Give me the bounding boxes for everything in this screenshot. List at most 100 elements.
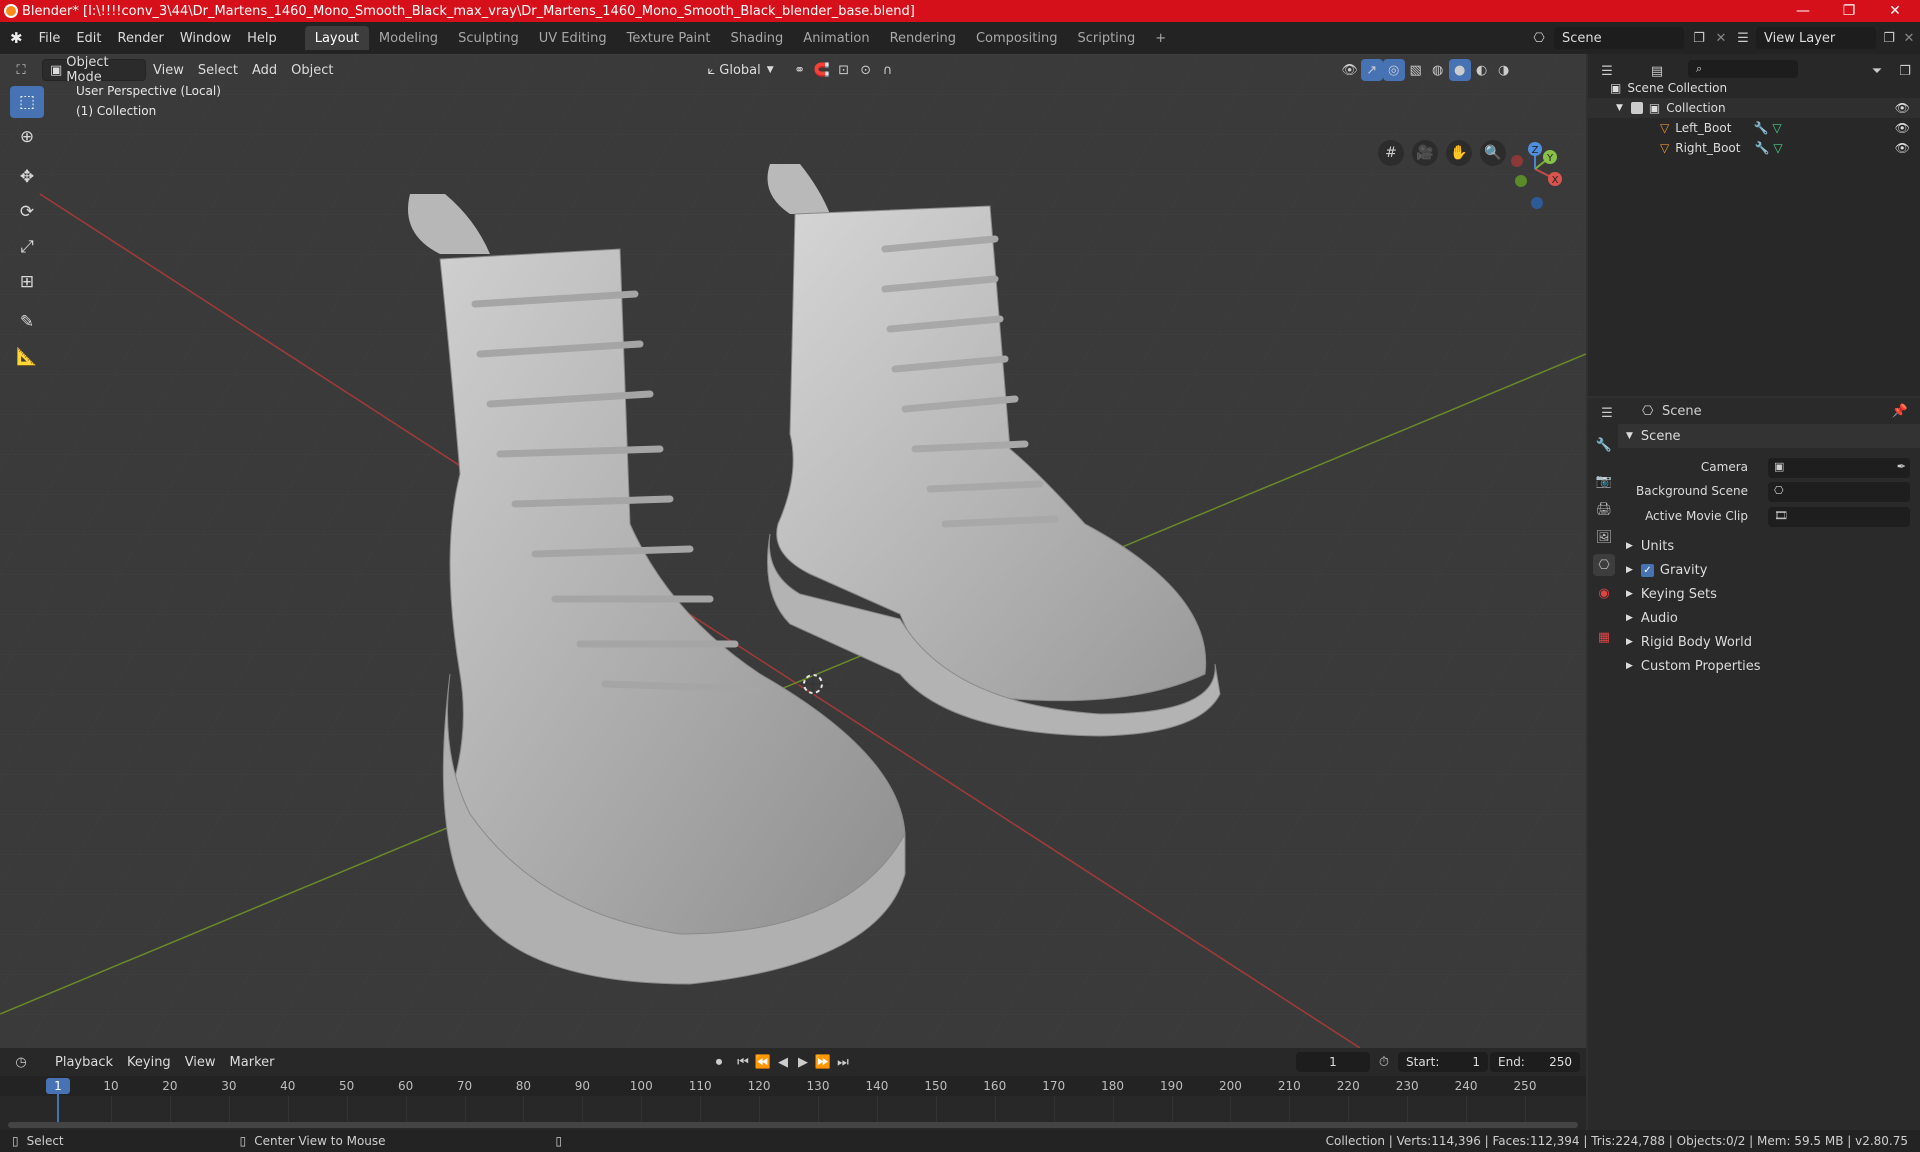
rendered-shading-icon[interactable]: ◑ [1493, 59, 1515, 81]
measure-tool-icon[interactable]: 📐 [10, 341, 44, 373]
output-tab-icon[interactable]: 🖨 [1593, 498, 1615, 520]
rotate-tool-icon[interactable]: ⟳ [10, 196, 44, 228]
keying-sets-section[interactable]: ▶ Keying Sets [1618, 582, 1920, 606]
move-tool-icon[interactable]: ✥ [10, 161, 44, 193]
menu-edit[interactable]: Edit [68, 27, 109, 49]
collection-checkbox[interactable] [1630, 102, 1643, 114]
eyedropper-icon[interactable]: ✒ [1897, 460, 1906, 473]
view-layer-icon[interactable]: ☰ [1732, 27, 1754, 49]
workspace-tab-layout[interactable]: Layout [304, 26, 369, 50]
workspace-tab-texture-paint[interactable]: Texture Paint [617, 26, 721, 50]
workspace-tab-modeling[interactable]: Modeling [369, 26, 448, 50]
record-icon[interactable]: ⏺ [708, 1051, 730, 1073]
pin-icon[interactable]: 📌 [1892, 404, 1908, 419]
mesh-data-icon[interactable]: ▽ [1772, 121, 1781, 135]
expand-arrow-icon[interactable]: ▼ [1616, 103, 1623, 113]
new-scene-icon[interactable]: ❐ [1688, 27, 1710, 49]
snap-icon[interactable]: 🧲 [811, 59, 833, 81]
play-icon[interactable]: ▶ [792, 1051, 814, 1073]
close-button[interactable]: ✕ [1872, 0, 1918, 22]
new-view-layer-icon[interactable]: ❐ [1878, 27, 1900, 49]
end-frame-field[interactable]: End: 250 [1490, 1052, 1580, 1072]
rigid-body-world-section[interactable]: ▶ Rigid Body World [1618, 630, 1920, 654]
play-reverse-icon[interactable]: ◀ [772, 1051, 794, 1073]
units-section[interactable]: ▶ Units [1618, 534, 1920, 558]
timeline-menu-playback[interactable]: Playback [48, 1051, 120, 1073]
modifier-icon[interactable]: 🔧 [1754, 141, 1769, 155]
modifier-icon[interactable]: 🔧 [1753, 121, 1768, 135]
custom-properties-section[interactable]: ▶ Custom Properties [1618, 654, 1920, 678]
delete-scene-icon[interactable]: ✕ [1710, 27, 1732, 49]
workspace-tab-animation[interactable]: Animation [793, 26, 879, 50]
jump-end-icon[interactable]: ⏭ [832, 1051, 854, 1073]
jump-start-icon[interactable]: ⏮ [732, 1051, 754, 1073]
solid-shading-icon[interactable]: ● [1448, 59, 1471, 81]
start-frame-field[interactable]: Start: 1 [1398, 1052, 1488, 1072]
scale-tool-icon[interactable]: ⤢ [10, 231, 44, 263]
camera-field[interactable]: ▣ ✒ [1768, 458, 1910, 478]
overlay-toggle-icon[interactable]: ◎ [1382, 59, 1405, 81]
outliner-row-left-boot[interactable]: ▽ Left_Boot 🔧 ▽ 👁 [1588, 118, 1920, 138]
blender-menu-icon[interactable]: ✱ [0, 27, 31, 49]
annotate-tool-icon[interactable]: ✎ [10, 306, 44, 338]
timeline-editor-icon[interactable]: ◷ [10, 1051, 32, 1073]
add-workspace-button[interactable]: + [1145, 26, 1176, 50]
workspace-tab-sculpting[interactable]: Sculpting [448, 26, 529, 50]
eye-icon[interactable]: 👁 [1895, 141, 1910, 155]
outliner-row-scene-collection[interactable]: ▣ Scene Collection [1588, 78, 1920, 98]
viewport-menu-object[interactable]: Object [284, 59, 340, 81]
workspace-tab-scripting[interactable]: Scripting [1067, 26, 1145, 50]
proportional-edit-icon[interactable]: ⊙ [855, 59, 877, 81]
menu-help[interactable]: Help [239, 27, 285, 49]
world-tab-icon[interactable]: ◉ [1593, 582, 1615, 604]
editor-type-icon[interactable]: ⛶ [10, 59, 32, 81]
camera-view-icon[interactable]: 🎥 [1412, 140, 1438, 166]
falloff-icon[interactable]: ∩ [877, 59, 899, 81]
transform-tool-icon[interactable]: ⊞ [10, 266, 44, 298]
gizmo-toggle-icon[interactable]: ↗ [1360, 59, 1383, 81]
current-frame-field[interactable]: 1 [1296, 1052, 1370, 1072]
material-shading-icon[interactable]: ◐ [1471, 59, 1493, 81]
eye-icon[interactable]: 👁 [1895, 121, 1910, 135]
snap-target-icon[interactable]: ⊡ [833, 59, 855, 81]
scene-tab-icon[interactable]: ⎔ [1593, 554, 1615, 576]
mesh-data-icon[interactable]: ▽ [1773, 141, 1782, 155]
workspace-tab-compositing[interactable]: Compositing [966, 26, 1068, 50]
properties-editor-icon[interactable]: ☰ [1596, 402, 1618, 424]
active-movie-clip-field[interactable]: 🎞 [1768, 507, 1910, 527]
outliner-search-input[interactable]: ⌕ [1688, 60, 1798, 78]
timeline-scrollbar[interactable] [8, 1122, 1578, 1128]
viewport-menu-view[interactable]: View [146, 59, 191, 81]
gravity-section[interactable]: ▶ ✓ Gravity [1618, 558, 1920, 582]
zoom-view-icon[interactable]: 🔍 [1480, 140, 1506, 166]
audio-section[interactable]: ▶ Audio [1618, 606, 1920, 630]
scene-name-field[interactable]: Scene [1554, 27, 1684, 49]
background-scene-field[interactable]: ⎔ [1768, 482, 1910, 502]
xray-toggle-icon[interactable]: ▧ [1405, 59, 1427, 81]
minimize-button[interactable]: — [1780, 0, 1826, 22]
menu-window[interactable]: Window [172, 27, 239, 49]
viewport-menu-add[interactable]: Add [245, 59, 284, 81]
view-layer-field[interactable]: View Layer [1756, 27, 1876, 49]
pan-view-icon[interactable]: ✋ [1446, 140, 1472, 166]
viewport-menu-select[interactable]: Select [191, 59, 245, 81]
cursor-tool-icon[interactable]: ⊕ [10, 121, 44, 153]
toggle-camera-grid-icon[interactable]: # [1378, 140, 1404, 166]
timeline-menu-view[interactable]: View [178, 1051, 223, 1073]
object-mode-dropdown[interactable]: ▣ Object Mode [42, 55, 146, 85]
view-layer-tab-icon[interactable]: 🖼 [1593, 526, 1615, 548]
select-box-tool-icon[interactable]: ⬚ [10, 86, 44, 118]
transform-orientation-dropdown[interactable]: ⟀ Global ▼ [700, 59, 780, 81]
scene-selector-icon[interactable]: ⎔ [1528, 27, 1550, 49]
workspace-tab-uv-editing[interactable]: UV Editing [529, 26, 617, 50]
workspace-tab-shading[interactable]: Shading [720, 26, 793, 50]
3d-viewport[interactable]: X Y Z ⛶ ▣ Object Mode View Select Add Ob… [0, 54, 1586, 1048]
workspace-tab-rendering[interactable]: Rendering [880, 26, 966, 50]
eye-icon[interactable]: 👁 [1895, 101, 1910, 115]
menu-render[interactable]: Render [110, 27, 172, 49]
pivot-point-icon[interactable]: ⚭ [789, 59, 811, 81]
timeline-menu-keying[interactable]: Keying [120, 1051, 178, 1073]
timeline-menu-marker[interactable]: Marker [223, 1051, 282, 1073]
prev-keyframe-icon[interactable]: ⏪ [752, 1051, 774, 1073]
tool-tab-icon[interactable]: 🔧 [1593, 434, 1615, 456]
